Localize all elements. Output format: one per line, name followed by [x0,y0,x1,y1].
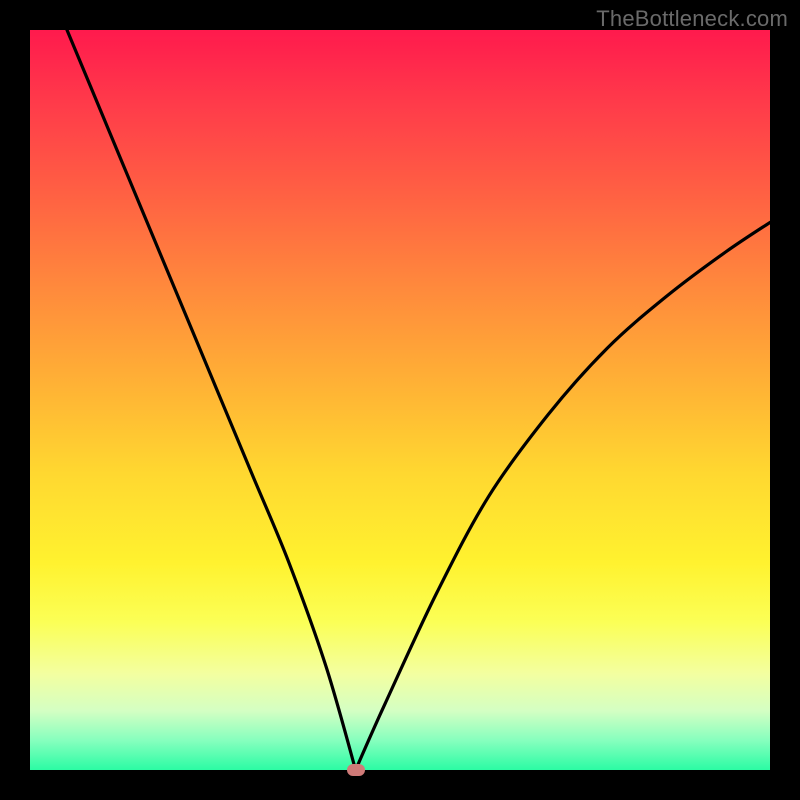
curve-svg [30,30,770,770]
watermark-text: TheBottleneck.com [596,6,788,32]
plot-area [30,30,770,770]
chart-frame: TheBottleneck.com [0,0,800,800]
bottleneck-curve-path [67,30,770,770]
vertex-marker [347,764,365,776]
